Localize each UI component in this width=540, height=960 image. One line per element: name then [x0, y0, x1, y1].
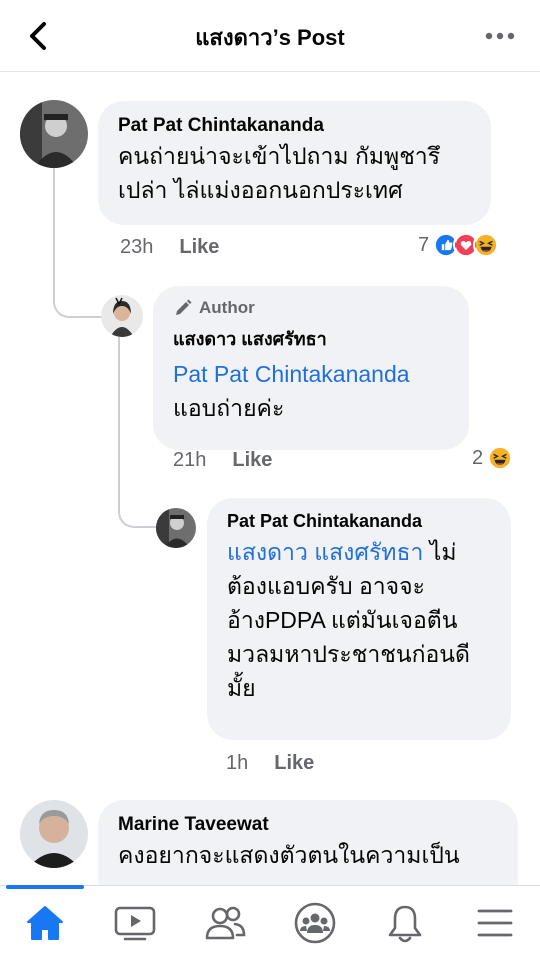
comment-author[interactable]: Marine Taveewat [118, 814, 498, 836]
avatar[interactable] [156, 508, 196, 548]
like-button[interactable]: Like [274, 752, 314, 774]
comment-time: 21h [173, 449, 207, 471]
comment-meta: 21h Like [173, 449, 272, 472]
comment-author[interactable]: Pat Pat Chintakananda [118, 115, 471, 137]
friends-icon [205, 906, 246, 940]
tab-groups[interactable] [270, 886, 360, 960]
reaction-count: 2 [472, 446, 484, 469]
comment-meta: 23h Like [120, 236, 219, 259]
haha-reaction-icon [473, 232, 500, 258]
comment-text: มวลมหาประชาชนก่อนดี [227, 641, 470, 667]
menu-icon [477, 909, 513, 937]
more-options-button[interactable] [482, 22, 518, 50]
comment-meta: 1h Like [226, 752, 314, 775]
like-button[interactable]: Like [179, 236, 219, 258]
groups-icon [294, 902, 336, 944]
profile-photo-icon [20, 800, 88, 868]
mention-link[interactable]: Pat Pat Chintakananda [173, 357, 449, 391]
comment-text: คนถ่ายน่าจะเข้าไปถาม กัมพูชารึ [118, 143, 441, 169]
avatar[interactable] [20, 100, 88, 168]
comment-text: มั้ย [227, 675, 256, 701]
tab-home[interactable] [0, 885, 90, 960]
profile-photo-icon [156, 508, 196, 548]
comment-time: 1h [226, 752, 249, 774]
comment-bubble[interactable]: Marine Taveewat คงอยากจะแสดงตัวตนในความเ… [98, 800, 518, 885]
comment-time: 23h [120, 236, 154, 258]
haha-reaction-icon [487, 445, 514, 471]
profile-photo-icon [20, 100, 88, 168]
comment-text: แอบถ่ายค่ะ [173, 395, 285, 421]
comment-text: ต้องแอบครับ อาจจะ [227, 573, 425, 599]
more-horizontal-icon [485, 32, 515, 40]
page-title: แสงดาว’s Post [195, 25, 345, 50]
comment-bubble[interactable]: Pat Pat Chintakananda คนถ่ายน่าจะเข้าไปถ… [98, 101, 491, 225]
tab-notifications[interactable] [360, 886, 450, 960]
comment-text: คงอยากจะแสดงตัวตนในความเป็น [118, 842, 460, 868]
tab-friends[interactable] [180, 886, 270, 960]
avatar[interactable] [20, 800, 88, 868]
comment-text: อ้างPDPA แต่มันเจอตีน [227, 607, 458, 633]
post-header: แสงดาว’s Post [0, 0, 540, 72]
reaction-summary[interactable]: 7 [418, 232, 500, 258]
reaction-count: 7 [418, 233, 430, 256]
video-icon [114, 906, 156, 941]
avatar[interactable] [101, 295, 143, 337]
comment-text: เปล่า ไล่แม่งออกนอกประเทศ [118, 177, 403, 203]
comment-author[interactable]: แสงดาว แสงศรัทธา [173, 324, 449, 353]
profile-photo-icon [101, 295, 143, 337]
like-button[interactable]: Like [232, 449, 272, 471]
comment-text: ไม่ [423, 539, 457, 565]
bell-icon [388, 905, 422, 943]
pencil-icon [176, 299, 192, 315]
comment-feed[interactable]: Pat Pat Chintakananda คนถ่ายน่าจะเข้าไปถ… [0, 73, 540, 885]
comment-bubble[interactable]: Author แสงดาว แสงศรัทธา Pat Pat Chintaka… [153, 286, 469, 450]
tab-menu[interactable] [450, 886, 540, 960]
mention-link[interactable]: แสงดาว แสงศรัทธา [227, 539, 423, 565]
author-badge-label: Author [199, 298, 255, 317]
comment-author[interactable]: Pat Pat Chintakananda [227, 511, 491, 532]
home-icon [27, 906, 63, 940]
comment-text-line: แสงดาว แสงศรัทธา ไม่ [227, 535, 491, 569]
bottom-tab-bar [0, 885, 540, 960]
reaction-summary[interactable]: 2 [472, 445, 514, 471]
comment-bubble[interactable]: Pat Pat Chintakananda แสงดาว แสงศรัทธา ไ… [207, 498, 511, 740]
tab-watch[interactable] [90, 886, 180, 960]
thread-line [118, 337, 158, 528]
author-badge: Author [173, 298, 449, 318]
